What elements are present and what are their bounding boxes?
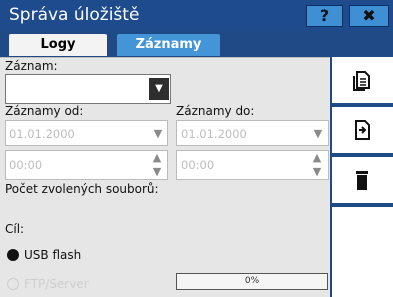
trash-icon — [356, 171, 368, 190]
arrow-down-icon[interactable]: ▼ — [150, 165, 164, 178]
arrow-down-icon[interactable]: ▼ — [310, 165, 324, 178]
progress-text: 0% — [244, 276, 260, 286]
from-date-value: 01.01.2000 — [9, 127, 75, 141]
ftp-radio[interactable] — [7, 278, 19, 290]
arrow-up-icon[interactable]: ▲ — [310, 151, 324, 164]
tab-logy[interactable]: Logy — [9, 34, 107, 56]
ftp-radio-label: FTP/Server — [24, 277, 89, 291]
side-panel-empty — [332, 207, 393, 297]
usb-radio-label: USB flash — [24, 248, 82, 262]
to-label: Záznamy do: — [176, 104, 255, 118]
to-time-value: 00:00 — [181, 158, 215, 172]
target-label: Cíl: — [5, 222, 25, 236]
delete-button[interactable] — [332, 157, 393, 203]
tab-zaznamy[interactable]: Záznamy — [117, 34, 220, 56]
chevron-down-icon[interactable]: ▼ — [311, 127, 325, 141]
close-button[interactable]: ✖ — [349, 5, 389, 27]
from-label: Záznamy od: — [5, 104, 84, 118]
arrow-up-icon[interactable]: ▲ — [150, 151, 164, 164]
export-icon — [355, 120, 370, 140]
copy-icon — [353, 71, 370, 91]
window-title: Správa úložiště — [9, 5, 140, 25]
export-button[interactable] — [332, 107, 393, 153]
record-select[interactable] — [5, 74, 171, 104]
help-button[interactable]: ? — [306, 5, 343, 27]
record-label: Záznam: — [5, 59, 58, 73]
to-date-value: 01.01.2000 — [181, 127, 247, 141]
dropdown-arrow-icon[interactable]: ▼ — [149, 78, 169, 100]
usb-radio[interactable] — [7, 249, 19, 261]
copy-button[interactable] — [332, 57, 393, 103]
file-count-label: Počet zvolených souborů: — [5, 182, 159, 196]
from-time-value: 00:00 — [9, 158, 43, 172]
chevron-down-icon[interactable]: ▼ — [151, 127, 165, 141]
